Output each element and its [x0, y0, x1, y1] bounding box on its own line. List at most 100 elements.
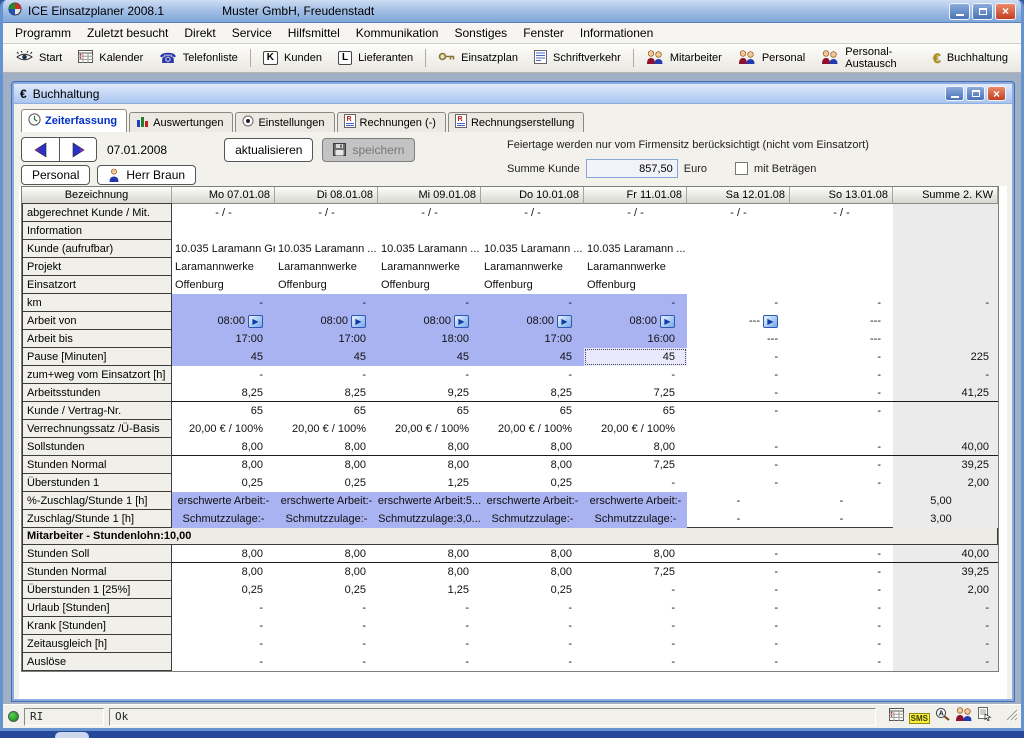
grid-cell[interactable]: - / -	[378, 204, 481, 222]
close-button[interactable]: ×	[995, 3, 1016, 20]
tab-zeiterfassung[interactable]: Zeiterfassung	[21, 109, 127, 132]
grid-cell[interactable]: 65	[378, 402, 481, 420]
grid-cell[interactable]: 20,00 € / 100%	[378, 420, 481, 438]
grid-cell[interactable]	[790, 222, 893, 240]
toolbar-button-start[interactable]: Start	[8, 49, 70, 68]
report-icon[interactable]	[978, 707, 992, 726]
cell-picker-button[interactable]: ▶	[248, 315, 263, 328]
grid-cell[interactable]: -	[687, 653, 790, 671]
save-button[interactable]: speichern	[322, 138, 415, 162]
grid-cell[interactable]: Schmutzzulage:-	[172, 510, 275, 528]
grid-cell[interactable]: -	[275, 653, 378, 671]
grid-cell[interactable]: 7,25	[584, 384, 687, 402]
grid-cell[interactable]: -	[378, 366, 481, 384]
grid-cell[interactable]: -	[687, 366, 790, 384]
toolbar-button-personal[interactable]: Personal	[730, 48, 813, 69]
grid-cell[interactable]: -	[584, 294, 687, 312]
column-header[interactable]: Summe 2. KW	[893, 187, 998, 204]
grid-cell[interactable]: -	[275, 294, 378, 312]
grid-cell[interactable]: -	[790, 438, 893, 456]
people-icon[interactable]	[955, 707, 973, 726]
toolbar-button-buchhaltung[interactable]: €Buchhaltung	[925, 49, 1016, 68]
tab-rechnungserstellung[interactable]: RRechnungserstellung	[448, 112, 584, 132]
grid-cell[interactable]: 1,25	[378, 474, 481, 492]
toolbar-button-kalender[interactable]: Kalender	[70, 48, 151, 68]
grid-cell[interactable]: -	[172, 294, 275, 312]
grid-cell[interactable]: Offenburg	[378, 276, 481, 294]
inner-minimize-button[interactable]	[945, 86, 964, 101]
grid-cell[interactable]: -	[687, 581, 790, 599]
grid-cell[interactable]: 1,25	[378, 581, 481, 599]
inner-maximize-button[interactable]	[966, 86, 985, 101]
grid-cell[interactable]	[172, 222, 275, 240]
grid-cell[interactable]: erschwerte Arbeit:-	[481, 492, 584, 510]
grid-cell[interactable]: 20,00 € / 100%	[275, 420, 378, 438]
grid-cell[interactable]: 65	[275, 402, 378, 420]
grid-cell[interactable]: 8,00	[378, 563, 481, 581]
grid-cell[interactable]: 8,00	[481, 563, 584, 581]
resize-grip[interactable]	[1005, 708, 1018, 726]
grid-cell[interactable]: -	[584, 581, 687, 599]
grid-cell[interactable]: -	[687, 438, 790, 456]
grid-cell[interactable]: 0,25	[481, 474, 584, 492]
grid-cell[interactable]: 7,25	[584, 456, 687, 474]
toolbar-button-einsatzplan[interactable]: Einsatzplan	[430, 49, 526, 67]
grid-cell[interactable]: -	[790, 653, 893, 671]
grid-cell[interactable]: 8,25	[275, 384, 378, 402]
grid-cell[interactable]: 10.035 Laramann ...	[584, 240, 687, 258]
grid-cell[interactable]	[790, 420, 893, 438]
tab-auswertungen[interactable]: Auswertungen	[129, 112, 233, 132]
menu-hilfsmittel[interactable]: Hilfsmittel	[280, 23, 348, 43]
grid-cell[interactable]: 8,00	[275, 456, 378, 474]
toolbar-button-mitarbeiter[interactable]: Mitarbeiter	[638, 48, 730, 69]
grid-cell[interactable]: -	[790, 474, 893, 492]
grid-cell[interactable]: Schmutzzulage:-	[584, 510, 687, 528]
grid-cell[interactable]: -	[687, 617, 790, 635]
grid-cell[interactable]: - / -	[584, 204, 687, 222]
grid-cell[interactable]	[275, 222, 378, 240]
grid-cell[interactable]: -	[275, 366, 378, 384]
grid-cell[interactable]: -	[687, 384, 790, 402]
grid-cell[interactable]	[687, 222, 790, 240]
grid-cell[interactable]: -	[584, 635, 687, 653]
grid-cell[interactable]: Offenburg	[481, 276, 584, 294]
grid-cell[interactable]: 8,00	[481, 438, 584, 456]
grid-cell[interactable]: 8,00	[172, 438, 275, 456]
grid-cell[interactable]: ---	[790, 330, 893, 348]
sum-customer-input[interactable]	[586, 159, 678, 178]
menu-programm[interactable]: Programm	[7, 23, 79, 43]
grid-cell[interactable]: 8,00	[481, 545, 584, 563]
grid-cell[interactable]	[790, 240, 893, 258]
grid-cell[interactable]: -	[790, 563, 893, 581]
grid-cell[interactable]	[687, 420, 790, 438]
grid-cell[interactable]: -	[687, 563, 790, 581]
grid-cell[interactable]: ---▶	[687, 312, 790, 330]
grid-cell[interactable]: -	[687, 492, 790, 510]
personal-button[interactable]: Personal	[21, 165, 90, 185]
maximize-button[interactable]	[972, 3, 993, 20]
column-header[interactable]: Mi 09.01.08	[378, 187, 481, 204]
grid-cell[interactable]: -	[172, 366, 275, 384]
grid-cell[interactable]: -	[790, 348, 893, 366]
grid-cell[interactable]	[687, 240, 790, 258]
toolbar-button-telefonliste[interactable]: ☎Telefonliste	[151, 49, 246, 68]
grid-cell[interactable]: Laramannwerke	[172, 258, 275, 276]
grid-cell[interactable]: 8,00	[584, 545, 687, 563]
cell-picker-button[interactable]: ▶	[557, 315, 572, 328]
next-day-button[interactable]	[59, 138, 96, 161]
grid-cell[interactable]: 8,00	[172, 545, 275, 563]
toolbar-button-personal-austausch[interactable]: Personal-Austausch	[813, 44, 925, 72]
grid-cell[interactable]: 45	[481, 348, 584, 366]
grid-cell[interactable]	[481, 222, 584, 240]
grid-cell[interactable]: -	[790, 366, 893, 384]
grid-cell[interactable]: 65	[481, 402, 584, 420]
minimize-button[interactable]	[949, 3, 970, 20]
grid-cell[interactable]: 45	[584, 348, 687, 366]
grid-cell[interactable]: 20,00 € / 100%	[172, 420, 275, 438]
cell-picker-button[interactable]: ▶	[454, 315, 469, 328]
grid-cell[interactable]: -	[687, 545, 790, 563]
grid-cell[interactable]: -	[584, 474, 687, 492]
grid-cell[interactable]: Laramannwerke	[275, 258, 378, 276]
sms-icon[interactable]: SMS	[909, 708, 930, 726]
grid-cell[interactable]: 8,00	[275, 563, 378, 581]
